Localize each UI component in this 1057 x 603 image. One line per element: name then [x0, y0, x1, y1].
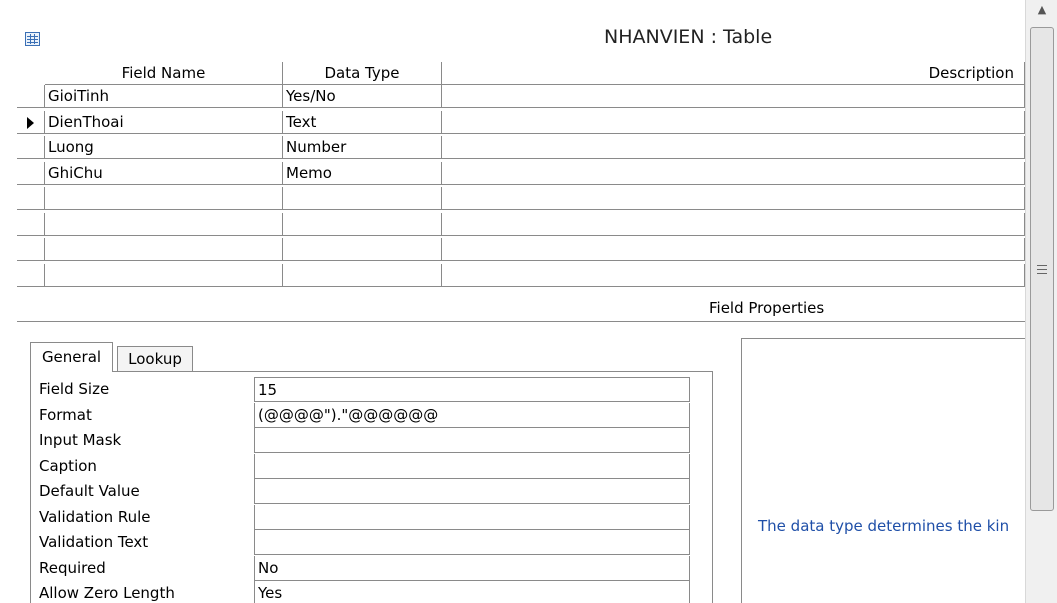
table-row[interactable]: DienThoai Text [17, 110, 1025, 134]
description-header[interactable]: Description [442, 62, 1025, 85]
property-value-field[interactable] [254, 453, 690, 479]
table-row[interactable]: Luong Number [17, 136, 1025, 159]
data-type-cell[interactable]: Number [283, 136, 442, 159]
property-row: Format (@@@@")."@@@@@@ [31, 402, 712, 428]
help-text: The data type determines the kin [758, 517, 1010, 535]
property-value-field[interactable] [254, 504, 690, 530]
data-type-cell[interactable] [283, 263, 442, 287]
table-row[interactable] [17, 263, 1025, 287]
tab-lookup[interactable]: Lookup [117, 346, 193, 372]
property-row: Caption [31, 453, 712, 479]
property-value-field[interactable]: (@@@@")."@@@@@@ [254, 402, 690, 428]
row-selector[interactable] [17, 187, 45, 210]
property-value-field[interactable]: No [254, 555, 690, 581]
description-cell[interactable] [442, 212, 1025, 236]
row-selector[interactable] [17, 110, 45, 134]
general-properties-panel: Field Size 15 Format (@@@@")."@@@@@@ Input M… [30, 371, 713, 603]
description-cell[interactable] [442, 238, 1025, 261]
property-label: Required [39, 558, 106, 577]
property-row: Validation Rule [31, 504, 712, 530]
grip-icon [1037, 265, 1047, 274]
table-design-window: NHANVIEN : Table Field Name Data Type De… [0, 0, 1057, 603]
property-label: Format [39, 405, 92, 424]
description-cell[interactable] [442, 161, 1025, 185]
property-value-field[interactable] [254, 530, 690, 555]
description-cell[interactable] [442, 85, 1025, 108]
table-row[interactable] [17, 238, 1025, 261]
data-type-cell[interactable] [283, 212, 442, 236]
data-type-cell[interactable]: Text [283, 110, 442, 134]
property-row: Allow Zero Length Yes [31, 581, 712, 603]
description-cell[interactable] [442, 187, 1025, 210]
property-label: Caption [39, 456, 97, 475]
field-name-cell[interactable] [45, 187, 283, 210]
field-design-grid: Field Name Data Type Description GioiTin… [17, 62, 1025, 292]
title-bar: NHANVIEN : Table [0, 0, 1025, 60]
property-value-field[interactable]: 15 [254, 377, 690, 402]
row-selector[interactable] [17, 85, 45, 108]
property-value-field[interactable] [254, 428, 690, 453]
field-name-cell[interactable] [45, 212, 283, 236]
description-cell[interactable] [442, 110, 1025, 134]
field-name-cell[interactable]: Luong [45, 136, 283, 159]
field-name-cell[interactable]: GhiChu [45, 161, 283, 185]
property-label: Validation Rule [39, 507, 151, 526]
field-properties-label: Field Properties [709, 299, 825, 317]
property-help-box: The data type determines the kin [741, 338, 1025, 603]
property-row: Default Value [31, 479, 712, 504]
property-label: Allow Zero Length [39, 584, 175, 602]
vertical-scrollbar[interactable]: ▲ [1025, 0, 1057, 603]
row-selector[interactable] [17, 212, 45, 236]
property-row: Field Size 15 [31, 377, 712, 402]
data-type-header[interactable]: Data Type [283, 62, 442, 85]
table-icon [25, 32, 40, 46]
property-value-field[interactable] [254, 479, 690, 504]
data-type-cell[interactable]: Memo [283, 161, 442, 185]
property-row: Input Mask [31, 428, 712, 453]
table-row[interactable]: GhiChu Memo [17, 161, 1025, 185]
field-name-cell[interactable] [45, 238, 283, 261]
field-name-cell[interactable] [45, 263, 283, 287]
data-type-cell[interactable] [283, 187, 442, 210]
data-type-cell[interactable] [283, 238, 442, 261]
table-row[interactable]: GioiTinh Yes/No [17, 85, 1025, 108]
property-label: Default Value [39, 482, 140, 500]
property-row: Required No [31, 555, 712, 581]
property-value-field[interactable]: Yes [254, 581, 690, 603]
row-selector[interactable] [17, 263, 45, 287]
property-label: Validation Text [39, 533, 149, 551]
property-label: Field Size [39, 380, 110, 398]
row-selector[interactable] [17, 161, 45, 185]
row-selector[interactable] [17, 136, 45, 159]
field-name-cell[interactable]: DienThoai [45, 110, 283, 134]
table-row[interactable] [17, 212, 1025, 236]
property-row: Validation Text [31, 530, 712, 555]
data-type-cell[interactable]: Yes/No [283, 85, 442, 108]
scrollbar-thumb[interactable] [1030, 27, 1054, 511]
scroll-up-arrow-icon[interactable]: ▲ [1034, 2, 1050, 18]
current-row-arrow-icon [27, 116, 34, 129]
table-row[interactable] [17, 187, 1025, 210]
section-divider [17, 321, 1025, 322]
tab-general[interactable]: General [30, 342, 113, 372]
description-cell[interactable] [442, 263, 1025, 287]
field-name-cell[interactable]: GioiTinh [45, 85, 283, 108]
window-title: NHANVIEN : Table [604, 26, 773, 48]
property-label: Input Mask [39, 431, 122, 449]
description-cell[interactable] [442, 136, 1025, 159]
field-name-header[interactable]: Field Name [45, 62, 283, 85]
row-selector[interactable] [17, 238, 45, 261]
